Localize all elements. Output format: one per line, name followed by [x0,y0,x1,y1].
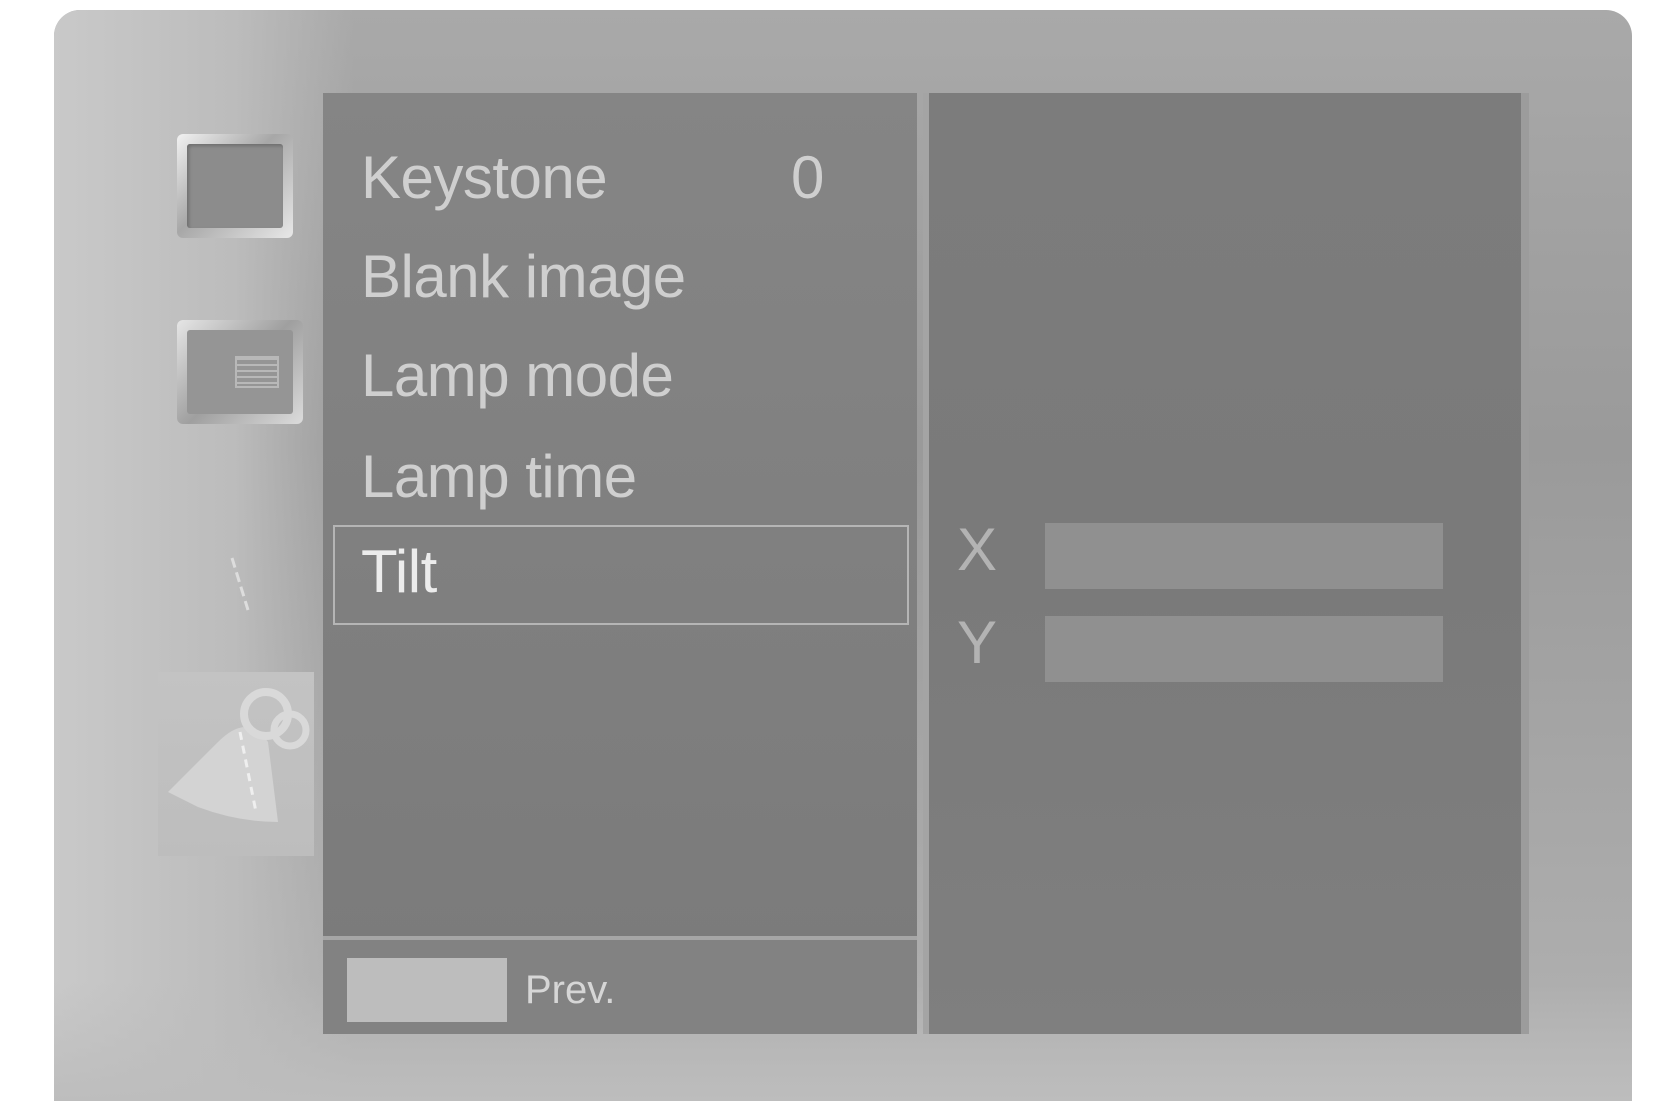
tilt-y-fill [1045,616,1443,682]
tilt-x-bar[interactable] [1045,523,1443,589]
menu-item-label: Lamp mode [361,342,674,409]
menu-icon[interactable] [177,320,303,424]
tilt-x-fill [1045,523,1443,589]
menu-item-tilt[interactable]: Tilt [333,525,909,625]
menu-item-label: Tilt [361,538,437,605]
menu-item-label: Keystone [361,144,608,211]
osd-window: Keystone 0 Blank image Lamp mode Lamp ti… [54,10,1632,1101]
menu-item-lamp-mode[interactable]: Lamp mode [361,331,674,421]
tilt-detail-panel: X Y [923,93,1521,1034]
tilt-y-bar[interactable] [1045,616,1443,682]
picture-icon[interactable] [177,134,293,238]
option-slash-icon [230,557,250,611]
panel-edge [1521,93,1529,1034]
picture-icon-screen [187,144,283,228]
bell-icon[interactable] [158,672,314,856]
tilt-x-label: X [957,516,998,583]
prev-button[interactable] [347,958,507,1022]
option-icon[interactable] [229,556,251,612]
menu-lines-icon [235,356,279,388]
menu-item-lamp-time[interactable]: Lamp time [361,432,637,522]
prev-label: Prev. [525,968,616,1012]
menu-footer: Prev. [323,936,917,1034]
menu-item-blank-image[interactable]: Blank image [361,232,686,322]
tilt-y-label: Y [957,609,998,676]
menu-icon-body [187,330,293,414]
menu-panel: Keystone 0 Blank image Lamp mode Lamp ti… [323,93,917,1034]
menu-item-keystone[interactable]: Keystone 0 [361,133,824,223]
menu-item-label: Blank image [361,243,686,310]
keystone-value: 0 [791,144,824,211]
bell-shape-icon [168,688,310,822]
menu-item-label: Lamp time [361,443,637,510]
